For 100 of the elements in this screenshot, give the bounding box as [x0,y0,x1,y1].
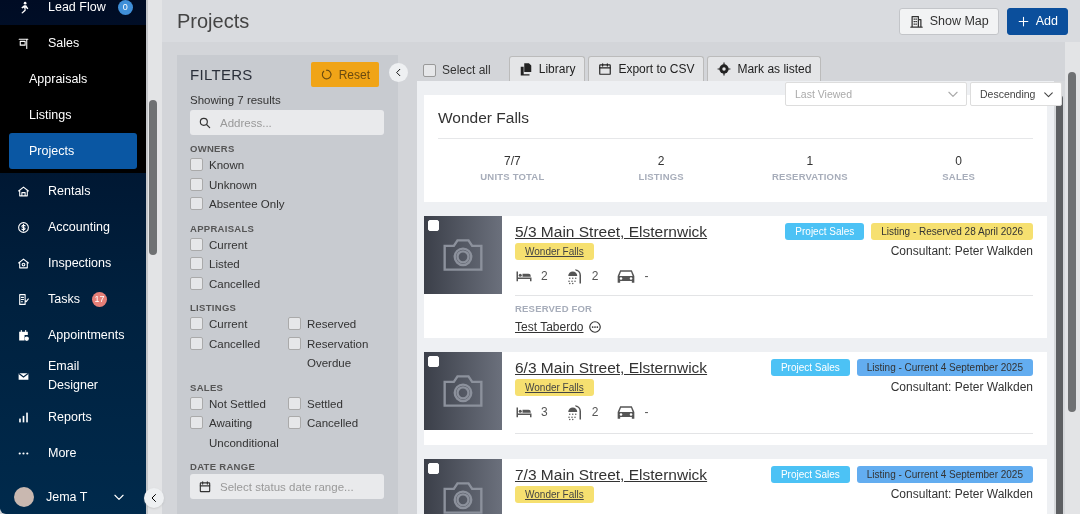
sidebar-item[interactable]: More [0,435,147,471]
checkbox-label: Awaiting Unconditional [209,416,280,451]
sidebar-item-label: Rentals [48,182,91,200]
sidebar-item-label: Accounting [48,218,110,236]
collapse-button[interactable] [144,488,165,508]
section-heading: RESERVED FOR [515,303,594,314]
sidebar-item[interactable]: Accounting [0,209,147,245]
bed-count: 2 [541,269,548,283]
listing-address-link[interactable]: 7/3 Main Street, Elsternwick [515,466,708,484]
bar-chart-icon [17,410,30,424]
checkbox[interactable] [190,276,203,290]
checkbox[interactable] [190,177,203,191]
user-menu[interactable]: Jema T [0,484,147,514]
project-tag-link[interactable]: Wonder Falls [515,243,594,260]
select-all-checkbox[interactable] [423,63,436,77]
sign-icon [17,36,30,50]
stat-label: RESERVATIONS [772,171,848,182]
search-field[interactable]: Address... [190,110,384,135]
stat-label: UNITS TOTAL [480,171,545,182]
toolbar-button[interactable]: Library [508,56,586,81]
status-tag: Listing - Current 4 September 2025 [856,359,1033,376]
page-title: Projects [177,9,251,33]
checkbox[interactable] [288,336,301,350]
sidebar-subitem[interactable]: Projects [9,133,138,169]
section-heading: APPRAISALS [190,222,256,234]
calendar-icon [598,62,613,76]
stat-value: 1 [806,154,814,168]
results-count: Showing 7 results [190,94,282,106]
sidebar-subitem[interactable]: Appraisals [9,61,138,97]
stat-value: 0 [955,154,962,168]
sidebar-item[interactable]: Lead Flow 0 [0,0,147,25]
search-icon [198,115,212,130]
checkbox[interactable] [190,158,203,171]
stat-label: LISTINGS [638,171,684,182]
toolbar-button[interactable]: Export to CSV [588,56,705,81]
bath-count: 2 [591,405,599,419]
checklist-icon [17,292,30,306]
checkbox[interactable] [190,257,203,270]
stat-value: 7/7 [504,154,521,168]
section-heading: LISTINGS [190,302,238,313]
checkbox[interactable] [288,396,301,410]
type-tag: Project Sales [770,466,850,483]
toolbar-button[interactable]: Mark as listed [707,56,822,81]
listing-address-link[interactable]: 6/3 Main Street, Elsternwick [515,359,708,377]
status-tag: Listing - Reserved 28 April 2026 [871,223,1033,240]
project-title: Wonder Falls [438,107,1033,139]
calendar-icon [198,479,212,494]
sidebar-item[interactable]: Email Designer [0,353,147,399]
sidebar-item[interactable]: Tasks 17 [0,281,147,317]
sort-order-dropdown[interactable]: Descending [970,82,1062,106]
consultant-label: Consultant: Peter Walkden [890,243,1033,258]
sidebar-item[interactable]: Sales [0,25,147,61]
bed-count: 3 [541,405,548,419]
scrollbar-thumb[interactable] [1068,72,1076,412]
checkbox[interactable] [190,336,203,350]
checkbox-label: Not Settled [209,396,266,412]
sidebar-item[interactable]: Reports [0,399,147,435]
type-tag: Project Sales [785,223,865,240]
user-name: Jema T [46,490,89,504]
consultant-label: Consultant: Peter Walkden [890,486,1033,501]
project-tag-link[interactable]: Wonder Falls [515,379,594,396]
checkbox-label: Unknown [209,177,257,193]
sidebar-item-label: Tasks [48,290,80,308]
scrollbar-thumb[interactable] [149,100,158,255]
type-tag: Project Sales [770,359,850,376]
checkbox-label: Reservation Overdue [307,336,370,371]
listing-address-link[interactable]: 5/3 Main Street, Elsternwick [515,223,708,241]
status-tag: Listing - Current 4 September 2025 [856,466,1033,483]
section-heading: OWNERS [190,143,236,154]
sidebar-item-label: Sales [48,34,80,52]
add-button[interactable]: Add [1006,7,1068,35]
sidebar-item[interactable]: Inspections [0,245,147,281]
checkbox-label: Current [209,237,248,253]
checkbox[interactable] [190,416,203,429]
sidebar-item-label: Email Designer [48,358,100,394]
project-tag-link[interactable]: Wonder Falls [515,486,594,503]
checkbox[interactable] [190,396,203,410]
sidebar-item[interactable]: Appointments [0,317,147,353]
sidebar-subitem[interactable]: Listings [9,97,138,133]
sidebar-item-label: Appointments [48,326,125,344]
checkbox[interactable] [190,197,203,210]
checkbox[interactable] [288,317,301,330]
checkbox-label: Cancelled [209,276,261,292]
reserved-for-link[interactable]: Test Taberdo [515,320,584,334]
section-heading: SALES [190,381,225,393]
reset-button[interactable]: Reset [310,62,379,87]
date-range-field[interactable]: Select status date range... [190,474,384,499]
map-button[interactable]: Show Map [898,7,999,35]
date-range-input[interactable]: Select status date range... [220,480,376,493]
gear-icon [717,62,732,76]
sidebar-item[interactable]: Rentals [0,173,147,209]
checkbox-label: Known [209,158,245,173]
house-icon [17,184,30,198]
search-input[interactable]: Address... [220,116,376,129]
shower-icon [565,403,584,421]
checkbox[interactable] [190,237,203,251]
checkbox[interactable] [190,317,203,330]
checkbox-label: Absentee Only [209,197,285,212]
checkbox[interactable] [288,416,301,429]
filters-title: FILTERS [190,66,253,83]
